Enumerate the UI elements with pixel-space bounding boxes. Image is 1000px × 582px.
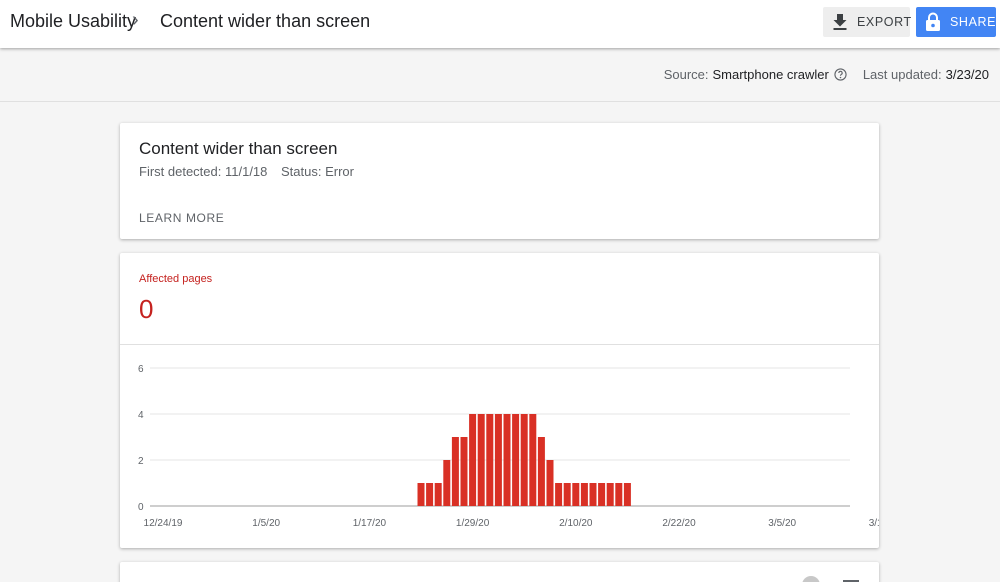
filter-icon[interactable] (802, 576, 820, 582)
chart-bar[interactable] (434, 483, 442, 506)
chart-bar[interactable] (623, 483, 631, 506)
last-updated-value: 3/23/20 (945, 67, 989, 82)
breadcrumb-root[interactable]: Mobile Usability (10, 11, 136, 32)
share-button[interactable]: SHARE (916, 7, 996, 37)
x-tick-label: 3/5/20 (768, 518, 796, 529)
chart-bar[interactable] (546, 460, 554, 506)
x-tick-label: 1/5/20 (252, 518, 280, 529)
issue-title: Content wider than screen (139, 139, 338, 158)
chart-bar[interactable] (520, 414, 528, 506)
y-tick-label: 4 (138, 410, 144, 421)
meta-strip: Source: Smartphone crawler Last updated:… (0, 48, 1000, 102)
issue-meta: First detected: 11/1/18 Status: Error (139, 164, 354, 179)
help-icon[interactable] (834, 68, 847, 81)
chart-bar[interactable] (555, 483, 563, 506)
chart-bar[interactable] (486, 414, 494, 506)
x-tick-label: 1/29/20 (456, 518, 490, 529)
chart-bar[interactable] (503, 414, 511, 506)
chart-bar[interactable] (615, 483, 623, 506)
x-tick-label: 12/24/19 (144, 518, 183, 529)
x-tick-label: 1/17/20 (353, 518, 387, 529)
chart-bar[interactable] (537, 437, 545, 506)
chart-bar[interactable] (529, 414, 537, 506)
y-tick-label: 2 (138, 456, 144, 467)
details-card (120, 562, 879, 582)
affected-pages-chart: 0 2 4 6 12/24/19 1/5/20 1/17/20 1/29/20 2/10/20 2… (138, 364, 879, 529)
affected-pages-label: Affected pages (139, 273, 213, 285)
chart-bar[interactable] (606, 483, 614, 506)
last-updated-label: Last updated: (862, 67, 942, 82)
chart-bar[interactable] (563, 483, 571, 506)
chart-bar[interactable] (460, 437, 468, 506)
x-tick-label: 2/10/20 (559, 518, 593, 529)
issue-card: Content wider than screen First detected… (120, 123, 879, 239)
y-tick-label: 0 (138, 502, 144, 513)
chart-bar[interactable] (512, 414, 520, 506)
chart-bar[interactable] (589, 483, 597, 506)
affected-pages-card: Affected pages 0 0 2 4 6 12/24/19 1/5/20 1/17/… (120, 253, 879, 548)
chart-bar[interactable] (580, 483, 588, 506)
page-title: Content wider than screen (160, 11, 371, 31)
chart-bar[interactable] (598, 483, 606, 506)
first-detected: First detected: 11/1/18 (139, 164, 268, 179)
download-icon (833, 14, 847, 30)
breadcrumb-separator-icon: › (132, 9, 139, 31)
affected-pages-count: 0 (139, 294, 154, 324)
chart-bar[interactable] (572, 483, 580, 506)
y-tick-label: 6 (138, 364, 144, 375)
share-label: SHARE (950, 15, 997, 29)
x-tick-label: 2/22/20 (662, 518, 696, 529)
chart-bar[interactable] (477, 414, 485, 506)
lock-icon (926, 12, 940, 31)
learn-more-button[interactable]: LEARN MORE (139, 211, 224, 225)
chart-bar[interactable] (417, 483, 425, 506)
chart-bar[interactable] (451, 437, 459, 506)
export-button[interactable]: EXPORT (823, 7, 912, 37)
x-tick-label: 3/17/20 (869, 518, 879, 529)
issue-status: Status: Error (281, 164, 354, 179)
source-value: Smartphone crawler (712, 67, 829, 82)
chart-bar[interactable] (494, 414, 502, 506)
chart-bar[interactable] (469, 414, 477, 506)
chart-bar[interactable] (426, 483, 434, 506)
top-bar: Mobile Usability › Content wider than sc… (0, 0, 1000, 48)
export-label: EXPORT (857, 15, 912, 29)
chart-bar[interactable] (443, 460, 451, 506)
source-info: Source: Smartphone crawler Last updated:… (664, 67, 989, 82)
source-label: Source: (663, 67, 709, 82)
